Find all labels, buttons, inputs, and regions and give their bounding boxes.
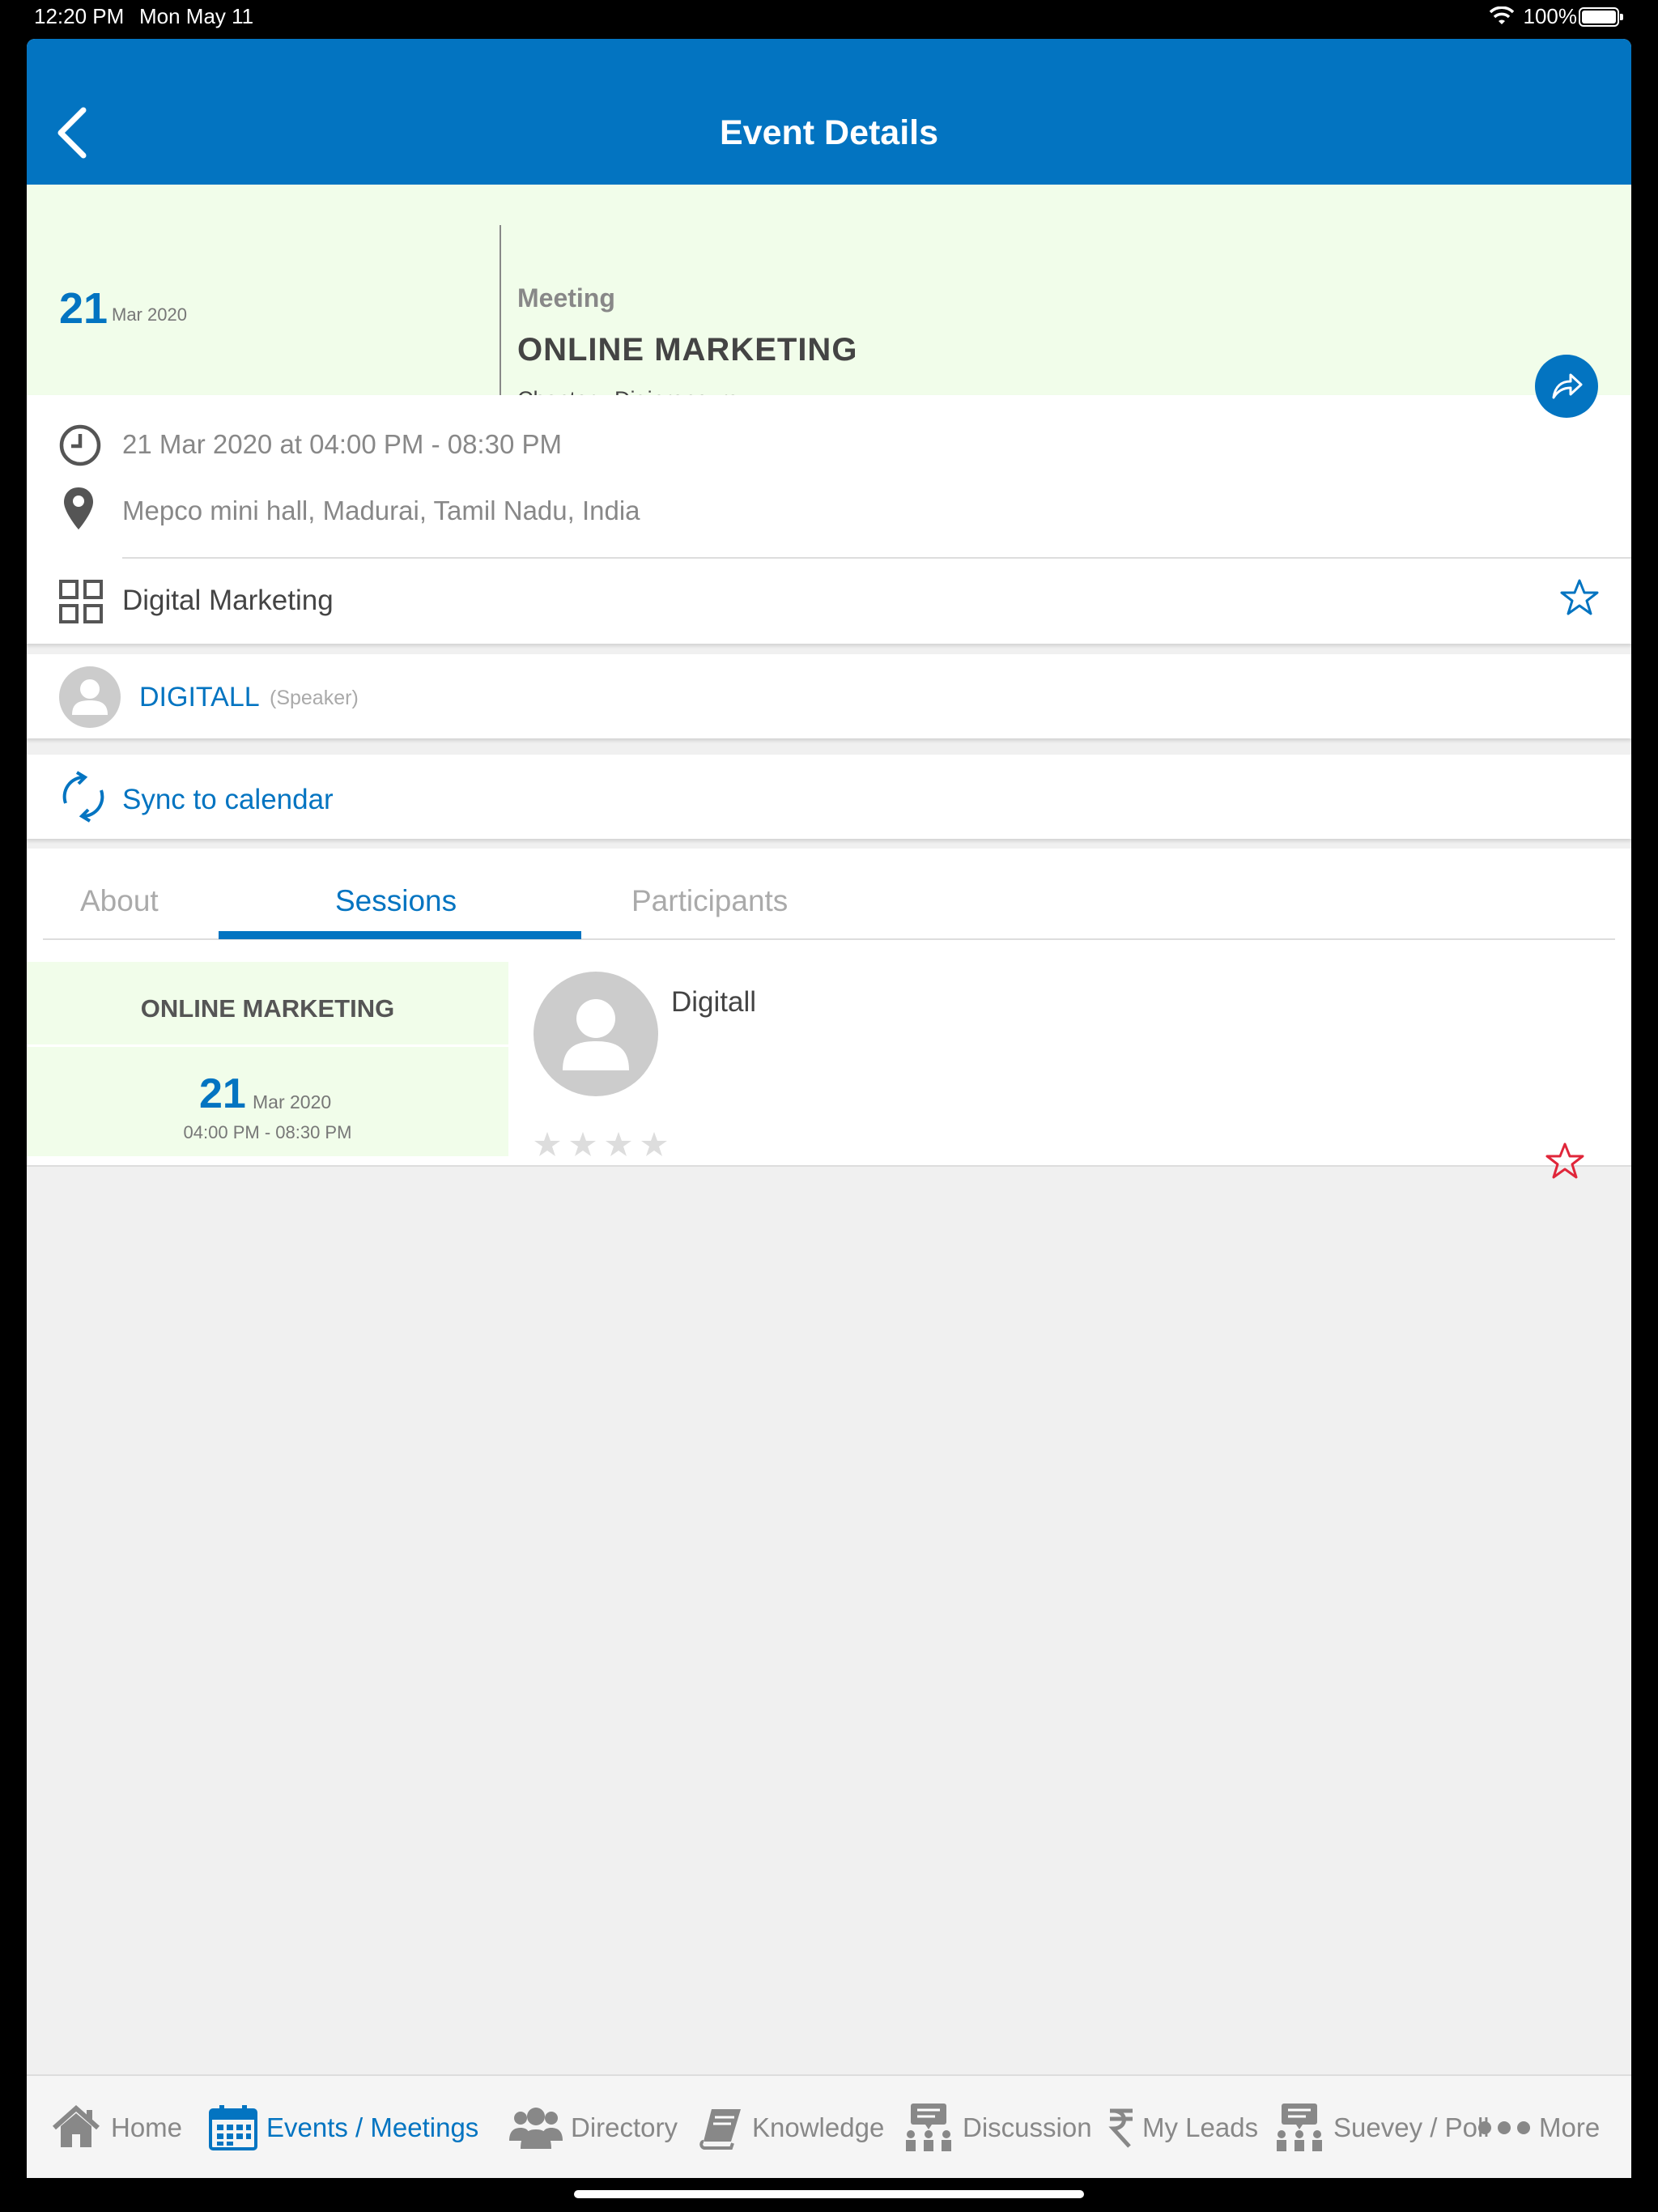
- presenter-name: Digitall: [671, 986, 757, 1018]
- divider: [27, 1044, 508, 1047]
- status-date: Mon May 11: [139, 4, 254, 28]
- event-datetime: 21 Mar 2020 at 04:00 PM - 08:30 PM: [122, 429, 562, 459]
- location-pin-icon: [64, 487, 93, 530]
- nav-my-leads[interactable]: My Leads: [1108, 2076, 1258, 2178]
- nav-my-leads-label: My Leads: [1142, 2112, 1259, 2142]
- divider: [122, 557, 1631, 559]
- nav-survey-poll[interactable]: Suevey / Poll: [1273, 2076, 1490, 2178]
- nav-events-meetings[interactable]: Events / Meetings: [208, 2076, 478, 2178]
- nav-bar: Event Details: [27, 39, 1631, 185]
- nav-home[interactable]: Home: [49, 2076, 182, 2178]
- status-time: 12:20 PM: [34, 4, 125, 28]
- wifi-icon: [1490, 6, 1514, 24]
- share-button[interactable]: [1535, 355, 1598, 418]
- speaker-avatar: [59, 666, 121, 728]
- event-type: Meeting: [517, 283, 615, 313]
- poll-icon: [1277, 2104, 1322, 2151]
- rupee-icon: [1108, 2108, 1133, 2148]
- nav-more[interactable]: More: [1477, 2076, 1600, 2178]
- share-arrow-icon: [1552, 373, 1583, 399]
- speaker-role: (Speaker): [270, 687, 359, 709]
- nav-directory[interactable]: Directory: [509, 2076, 678, 2178]
- nav-home-label: Home: [111, 2112, 183, 2142]
- sync-icon: [62, 771, 104, 823]
- speaker-name[interactable]: DIGITALL: [139, 682, 260, 713]
- tab-about[interactable]: About: [80, 884, 159, 918]
- session-time: 04:00 PM - 08:30 PM: [183, 1122, 352, 1142]
- nav-discussion[interactable]: Discussion: [903, 2076, 1092, 2178]
- event-header: 21 Mar 2020 Meeting ONLINE MARKETING Cha…: [27, 185, 1631, 411]
- sync-calendar-label[interactable]: Sync to calendar: [122, 784, 334, 816]
- person-silhouette-icon: [563, 999, 629, 1070]
- tab-sessions[interactable]: Sessions: [335, 884, 457, 918]
- speaker-row[interactable]: DIGITALL (Speaker): [27, 654, 1631, 738]
- category-grid-icon: [59, 580, 103, 623]
- nav-knowledge[interactable]: Knowledge: [699, 2076, 884, 2178]
- battery-icon: [1579, 7, 1623, 27]
- home-indicator[interactable]: [574, 2190, 1084, 2198]
- divider: [500, 225, 501, 395]
- rating-star-icon: [641, 1132, 667, 1156]
- nav-discussion-label: Discussion: [963, 2112, 1092, 2142]
- rating-star-icon: [570, 1132, 596, 1156]
- person-silhouette-icon: [72, 679, 108, 715]
- tab-bar: About Sessions Participants: [27, 849, 1631, 962]
- event-category: Digital Marketing: [122, 585, 334, 616]
- status-bar: 12:20 PM Mon May 11 100%: [0, 0, 1658, 39]
- event-month-year: Mar 2020: [112, 304, 187, 325]
- nav-events-label: Events / Meetings: [266, 2112, 479, 2142]
- event-day: 21: [59, 284, 108, 333]
- battery-percent: 100%: [1523, 4, 1578, 28]
- people-icon: [509, 2108, 563, 2149]
- book-icon: [699, 2109, 741, 2150]
- session-day: 21: [199, 1070, 246, 1117]
- session-name: ONLINE MARKETING: [140, 994, 395, 1023]
- sync-calendar-row[interactable]: Sync to calendar: [27, 755, 1631, 839]
- calendar-icon: [209, 2105, 257, 2150]
- session-favorite-star-icon[interactable]: [1545, 1142, 1584, 1180]
- nav-survey-label: Suevey / Poll: [1333, 2112, 1490, 2142]
- event-location: Mepco mini hall, Madurai, Tamil Nadu, In…: [122, 496, 640, 525]
- discussion-icon: [906, 2104, 951, 2151]
- app-window: Event Details 21 Mar 2020 Meeting ONLINE…: [27, 39, 1631, 2178]
- page-title: Event Details: [719, 113, 939, 152]
- rating-star-icon: [534, 1132, 560, 1156]
- nav-directory-label: Directory: [571, 2112, 678, 2142]
- event-info-card: 21 Mar 2020 at 04:00 PM - 08:30 PM Mepco…: [27, 395, 1631, 644]
- rating-star-icon: [606, 1132, 631, 1156]
- event-name: ONLINE MARKETING: [517, 332, 858, 368]
- nav-more-label: More: [1539, 2112, 1601, 2142]
- more-dots-icon: [1478, 2121, 1530, 2134]
- rating-stars[interactable]: [533, 1130, 670, 1159]
- home-icon: [53, 2105, 100, 2147]
- presenter-avatar: [534, 972, 658, 1096]
- clock-icon: [59, 424, 101, 466]
- favorite-star-icon[interactable]: [1560, 578, 1599, 617]
- bottom-tab-bar: Home Events / Meetings Directory Knowled…: [27, 2074, 1631, 2178]
- active-tab-indicator: [219, 931, 581, 939]
- nav-knowledge-label: Knowledge: [752, 2112, 885, 2142]
- session-month-year: Mar 2020: [253, 1091, 332, 1112]
- session-card[interactable]: ONLINE MARKETING 21 Mar 2020 04:00 PM - …: [27, 962, 1631, 1179]
- tab-participants[interactable]: Participants: [631, 884, 788, 918]
